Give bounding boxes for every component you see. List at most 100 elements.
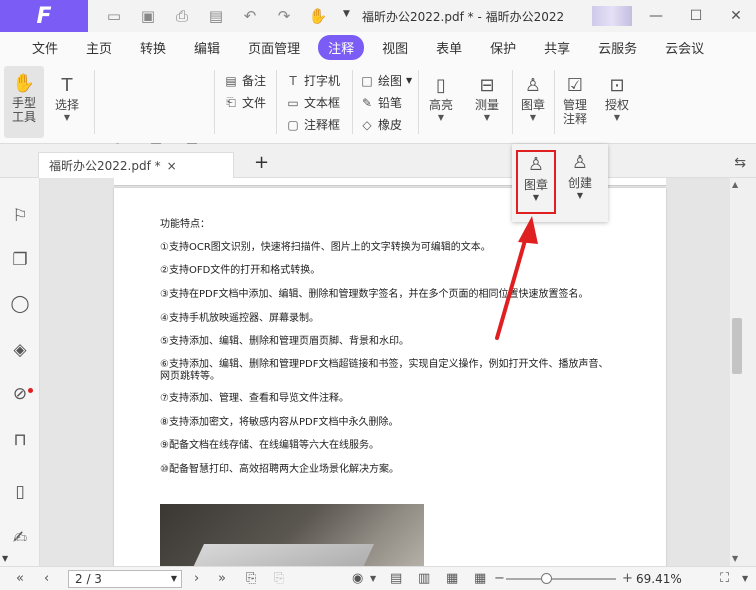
- callout-label: 注释框: [304, 118, 341, 132]
- typewriter-button[interactable]: T 打字机: [286, 72, 340, 89]
- doc-line: ⑦支持添加、管理、查看和导览文件注释。: [160, 393, 349, 404]
- pdf-page: 功能特点： ①支持OCR图文识别，快速将扫描件、图片上的文字转换为可编辑的文本。…: [114, 188, 666, 566]
- menu-share[interactable]: 共享: [534, 35, 580, 60]
- close-icon[interactable]: ✕: [716, 0, 756, 32]
- highlight-area-icon: ▯: [436, 74, 446, 96]
- single-page-icon[interactable]: ▤: [390, 571, 402, 586]
- window-title: 福昕办公2022.pdf * - 福昕办公2022: [362, 10, 565, 24]
- measure-button[interactable]: ⊟ 测量 ▼: [470, 72, 504, 123]
- chevron-down-icon[interactable]: ▼: [370, 574, 376, 583]
- facing-page-icon[interactable]: ▦: [446, 571, 458, 586]
- chevron-down-icon: ▼: [437, 113, 445, 122]
- status-bar: « ‹ 2 / 3 ▼ › » ⎘ ⎘ ◉ ▼ ▤ ▥ ▦ ▦ − + 69.4…: [0, 566, 756, 590]
- maximize-icon[interactable]: ☐: [676, 0, 716, 32]
- highlight-area-button[interactable]: ▯ 高亮 ▼: [426, 72, 456, 123]
- ribbon-toolbar: ✋ 手型 工具 T 选择 ▼ ✎ T T T T T ▤备注 ⎗文件 T打字机 …: [0, 62, 756, 193]
- bookmark-icon[interactable]: ⚐: [10, 206, 30, 226]
- create-stamp-icon: ♙: [571, 151, 589, 173]
- authorize-button[interactable]: ⊡ 授权 ▼: [600, 72, 634, 123]
- select-tool-button[interactable]: T 选择 ▼: [52, 72, 82, 123]
- next-page-icon[interactable]: ›: [194, 571, 199, 586]
- menu-view[interactable]: 视图: [372, 35, 418, 60]
- file-attach-button[interactable]: ⎗ 文件: [224, 94, 266, 111]
- close-tab-icon[interactable]: ×: [167, 159, 177, 173]
- extract-page-icon[interactable]: ⎘: [274, 571, 284, 586]
- stamp-ribbon-button[interactable]: ♙ 图章 ▼: [516, 72, 550, 123]
- continuous-page-icon[interactable]: ▥: [418, 571, 430, 586]
- laptop-shape: [176, 544, 374, 566]
- create-label: 创建: [567, 176, 592, 190]
- document-icon[interactable]: ▯: [10, 482, 30, 502]
- hand-tool-icon[interactable]: ✋: [308, 7, 328, 25]
- last-page-icon[interactable]: »: [218, 571, 226, 586]
- print-settings-icon[interactable]: ▤: [206, 7, 226, 25]
- authorize-icon: ⊡: [609, 74, 625, 96]
- save-icon[interactable]: ▣: [138, 7, 158, 25]
- menu-file[interactable]: 文件: [22, 35, 68, 60]
- security-lock-icon[interactable]: ⊓: [10, 430, 30, 450]
- doc-line: ①支持OCR图文识别，快速将扫描件、图片上的文字转换为可编辑的文本。: [160, 242, 491, 253]
- zoom-slider-track[interactable]: [506, 578, 616, 580]
- new-tab-button[interactable]: +: [254, 152, 269, 173]
- doc-line: ②支持OFD文件的打开和格式转换。: [160, 265, 321, 276]
- chevron-down-icon[interactable]: ▼: [742, 574, 748, 583]
- create-stamp-button[interactable]: ♙ 创建 ▼: [560, 150, 600, 214]
- page-number-input[interactable]: 2 / 3 ▼: [68, 570, 182, 588]
- menu-cloud-meeting[interactable]: 云会议: [655, 35, 714, 60]
- menu-page-manage[interactable]: 页面管理: [238, 35, 310, 60]
- document-viewer[interactable]: 功能特点： ①支持OCR图文识别，快速将扫描件、图片上的文字转换为可编辑的文本。…: [40, 178, 730, 566]
- comment-icon[interactable]: ◯: [10, 294, 30, 314]
- attachment-icon[interactable]: ⊘: [10, 384, 30, 404]
- menu-convert[interactable]: 转换: [130, 35, 176, 60]
- textbox-button[interactable]: ▭ 文本框: [286, 94, 340, 111]
- zoom-in-icon[interactable]: +: [622, 571, 633, 586]
- eraser-label: 橡皮: [378, 118, 403, 132]
- undo-icon[interactable]: ↶: [240, 7, 260, 25]
- chevron-down-icon: ▼: [576, 191, 584, 200]
- chevron-down-icon[interactable]: ▼: [171, 571, 177, 587]
- hand-tool-button[interactable]: ✋ 手型 工具: [4, 66, 44, 138]
- menu-edit[interactable]: 编辑: [184, 35, 230, 60]
- minimize-icon[interactable]: —: [636, 0, 676, 32]
- callout-button[interactable]: ▢ 注释框: [286, 116, 340, 133]
- hand-tool-label: 手型 工具: [11, 96, 36, 124]
- menu-home[interactable]: 主页: [76, 35, 122, 60]
- manage-comments-button[interactable]: ☑ 管理 注释: [558, 72, 592, 127]
- user-avatar[interactable]: [592, 6, 632, 26]
- zoom-slider-thumb[interactable]: [541, 573, 552, 584]
- menu-cloud-service[interactable]: 云服务: [588, 35, 647, 60]
- continuous-facing-icon[interactable]: ▦: [474, 571, 486, 586]
- first-page-icon[interactable]: «: [16, 571, 24, 586]
- open-folder-icon[interactable]: ▭: [104, 7, 124, 25]
- divider: [554, 70, 555, 134]
- document-tab[interactable]: 福昕办公2022.pdf * ×: [38, 152, 234, 178]
- side-panel-toggle-icon[interactable]: ⇆: [734, 155, 746, 171]
- fit-page-icon[interactable]: ⛶: [720, 571, 729, 586]
- manage-comments-icon: ☑: [566, 74, 584, 96]
- layers-icon[interactable]: ◈: [10, 340, 30, 360]
- zoom-out-icon[interactable]: −: [494, 571, 505, 586]
- eraser-button[interactable]: ◇ 橡皮: [360, 116, 402, 133]
- signature-icon[interactable]: ✍: [10, 528, 30, 548]
- print-icon[interactable]: ⎙: [172, 7, 192, 25]
- menu-form[interactable]: 表单: [426, 35, 472, 60]
- draw-button[interactable]: □ 绘图 ▼: [360, 72, 412, 89]
- scroll-down-icon[interactable]: ▼: [732, 554, 738, 563]
- page-thumbnail-icon[interactable]: ❐: [10, 250, 30, 270]
- note-button[interactable]: ▤ 备注: [224, 72, 266, 89]
- rotate-page-icon[interactable]: ⎘: [246, 571, 256, 586]
- chevron-down-icon[interactable]: ▼: [2, 554, 8, 563]
- chevron-down-icon: ▼: [532, 193, 540, 202]
- previous-page-icon[interactable]: ‹: [44, 571, 49, 586]
- stamp-button[interactable]: ♙ 图章 ▼: [516, 150, 556, 214]
- customize-dropdown-icon[interactable]: ▼: [343, 9, 350, 19]
- reading-mode-icon[interactable]: ◉: [352, 571, 363, 586]
- menu-protect[interactable]: 保护: [480, 35, 526, 60]
- pencil-button[interactable]: ✎ 铅笔: [360, 94, 402, 111]
- scrollbar-thumb[interactable]: [732, 318, 742, 374]
- vertical-scrollbar[interactable]: ▲ ▼: [730, 178, 756, 566]
- menu-comment[interactable]: 注释: [318, 34, 365, 60]
- scroll-up-icon[interactable]: ▲: [732, 180, 738, 189]
- redo-icon[interactable]: ↷: [274, 7, 294, 25]
- laptop-photo: [160, 504, 424, 566]
